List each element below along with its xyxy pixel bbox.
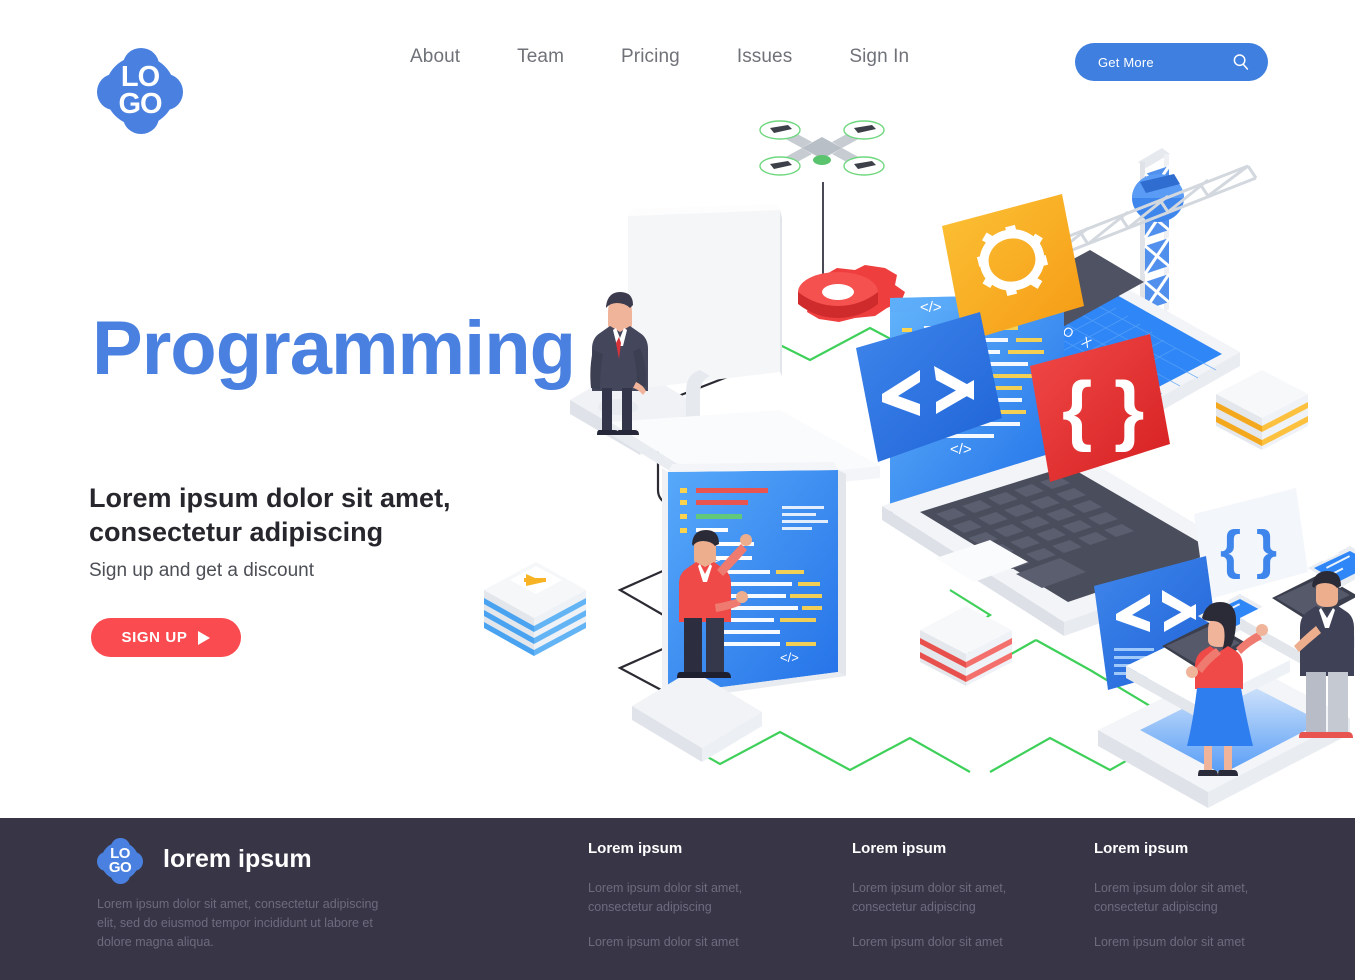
white-braces-glyph: { }	[1220, 520, 1277, 580]
hero-note: Sign up and get a discount	[89, 560, 315, 581]
play-triangle-icon	[198, 630, 211, 645]
footer-link[interactable]: Lorem ipsum dolor sit amet	[1094, 935, 1245, 949]
footer-logo-line2: GO	[108, 859, 132, 876]
footer-column-1-link-2[interactable]: Lorem ipsum dolor sit amet	[588, 933, 788, 952]
nav-item-issues[interactable]: Issues	[737, 46, 793, 68]
main-navigation: About Team Pricing Issues Sign In	[410, 46, 909, 68]
footer-column-2-link-2[interactable]: Lorem ipsum dolor sit amet	[852, 933, 1052, 952]
footer-column-2-heading: Lorem ipsum	[852, 840, 947, 857]
nav-item-pricing[interactable]: Pricing	[621, 46, 680, 68]
nav-item-team[interactable]: Team	[517, 46, 564, 68]
footer-column-1-heading: Lorem ipsum	[588, 840, 683, 857]
logo-text-line2: GO	[118, 88, 162, 120]
nav-item-about[interactable]: About	[410, 46, 460, 68]
footer-column-3-link-2[interactable]: Lorem ipsum dolor sit amet	[1094, 933, 1294, 952]
sign-up-label: SIGN UP	[121, 629, 188, 646]
search-icon	[1232, 53, 1250, 71]
hero-illustration: — O X </> </> {} {} </>	[450, 70, 1355, 818]
logo-text-line1: LO	[120, 61, 160, 94]
white-braces-card: { }	[1194, 488, 1308, 600]
footer-logo-text: LO GO	[97, 838, 143, 884]
footer-column-3: Lorem ipsum Lorem ipsum dolor sit amet, …	[1094, 840, 1294, 967]
code-tag-glyph-top: </>	[920, 299, 942, 316]
code-tag-glyph-bottom: </>	[950, 441, 972, 458]
header-logo[interactable]: LO GO	[97, 48, 189, 134]
footer-brand-name: lorem ipsum	[163, 845, 312, 873]
red-gear-icon	[798, 265, 905, 322]
get-more-label: Get More	[1098, 54, 1154, 70]
code-screen-with-developer: </> </>	[632, 462, 846, 762]
footer-column-3-link-1[interactable]: Lorem ipsum dolor sit amet, consectetur …	[1094, 879, 1294, 917]
footer-link[interactable]: Lorem ipsum dolor sit amet	[588, 935, 739, 949]
layer-stack-red	[920, 606, 1012, 686]
nav-item-sign-in[interactable]: Sign In	[849, 46, 909, 68]
layer-stack-blue	[484, 562, 586, 656]
sign-up-button[interactable]: SIGN UP	[91, 618, 241, 657]
layer-stack-yellow	[1216, 370, 1308, 450]
logo-mark: LO GO	[97, 48, 183, 134]
braces-glyph: { }	[1062, 365, 1144, 453]
footer-link[interactable]: Lorem ipsum dolor sit amet	[852, 935, 1003, 949]
footer-column-2: Lorem ipsum Lorem ipsum dolor sit amet, …	[852, 840, 1052, 967]
footer-column-3-heading: Lorem ipsum	[1094, 840, 1189, 857]
footer-logo[interactable]: LO GO	[97, 838, 143, 884]
hero-subtitle: Lorem ipsum dolor sit amet, consectetur …	[89, 483, 451, 548]
footer-link[interactable]: Lorem ipsum dolor sit amet, consectetur …	[852, 881, 1006, 914]
svg-text:</>: </>	[780, 650, 799, 665]
landing-page: LO GO About Team Pricing Issues Sign In …	[0, 0, 1355, 980]
logo-text: LO GO	[97, 48, 183, 134]
footer-column-1-link-1[interactable]: Lorem ipsum dolor sit amet, consectetur …	[588, 879, 788, 917]
footer-link[interactable]: Lorem ipsum dolor sit amet, consectetur …	[588, 881, 742, 914]
drone-icon	[759, 120, 885, 176]
footer-description: Lorem ipsum dolor sit amet, consectetur …	[97, 897, 379, 949]
isometric-scene: — O X </> </> {} {} </>	[484, 120, 1355, 808]
footer-link[interactable]: Lorem ipsum dolor sit amet, consectetur …	[1094, 881, 1248, 914]
footer-column-1: Lorem ipsum Lorem ipsum dolor sit amet, …	[588, 840, 788, 967]
footer-column-2-link-1[interactable]: Lorem ipsum dolor sit amet, consectetur …	[852, 879, 1052, 917]
